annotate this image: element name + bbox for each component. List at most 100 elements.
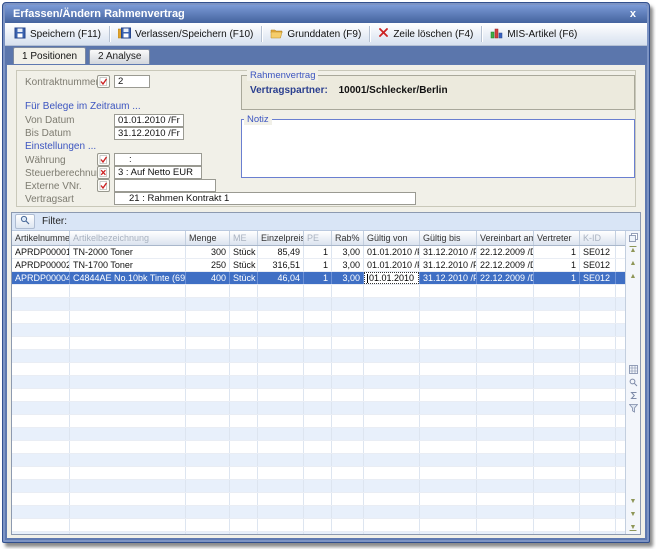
column-header[interactable]: Menge (186, 231, 230, 245)
table-cell[interactable] (534, 402, 580, 414)
table-row[interactable] (12, 467, 625, 480)
column-header[interactable]: Gültig bis (420, 231, 477, 245)
table-cell[interactable] (186, 532, 230, 534)
table-cell[interactable] (364, 363, 420, 375)
table-cell[interactable] (12, 532, 70, 534)
tab-positionen[interactable]: 1 Positionen (13, 47, 86, 64)
table-cell[interactable] (230, 532, 258, 534)
scroll-up-icon[interactable]: ▲ (626, 257, 640, 270)
table-cell[interactable] (12, 285, 70, 297)
clear-x-icon[interactable] (97, 166, 110, 179)
table-cell[interactable] (186, 324, 230, 336)
table-cell[interactable] (332, 506, 364, 518)
table-cell[interactable] (332, 480, 364, 492)
table-cell[interactable] (420, 428, 477, 440)
table-cell[interactable]: 01.01.2010 (364, 272, 420, 284)
table-cell[interactable] (477, 519, 534, 531)
table-cell[interactable] (420, 363, 477, 375)
table-cell[interactable] (70, 441, 186, 453)
table-cell[interactable] (332, 389, 364, 401)
sum-icon[interactable] (626, 389, 640, 402)
table-row[interactable] (12, 506, 625, 519)
table-cell[interactable] (580, 376, 616, 388)
table-cell[interactable]: 316,51 (258, 259, 304, 271)
table-cell[interactable]: 31.12.2010 /Fr (420, 259, 477, 271)
table-cell[interactable] (580, 519, 616, 531)
table-cell[interactable] (364, 324, 420, 336)
table-cell[interactable] (12, 415, 70, 427)
table-cell[interactable] (258, 454, 304, 466)
table-cell[interactable] (580, 363, 616, 375)
table-cell[interactable] (364, 337, 420, 349)
table-cell[interactable]: TN-2000 Toner (70, 246, 186, 258)
scroll-page-up-icon[interactable]: ▲ (626, 270, 640, 283)
table-cell[interactable] (477, 337, 534, 349)
table-cell[interactable]: SE012 (580, 272, 616, 284)
table-cell[interactable] (332, 350, 364, 362)
table-cell[interactable] (230, 363, 258, 375)
table-cell[interactable] (534, 519, 580, 531)
table-row[interactable] (12, 311, 625, 324)
table-cell[interactable] (580, 402, 616, 414)
table-cell[interactable] (258, 285, 304, 297)
table-cell[interactable] (258, 402, 304, 414)
table-cell[interactable] (70, 324, 186, 336)
table-cell[interactable] (580, 428, 616, 440)
table-cell[interactable] (304, 363, 332, 375)
table-cell[interactable] (580, 415, 616, 427)
vertragsart-input[interactable]: 21 : Rahmen Kontrakt 1 (114, 192, 416, 205)
table-cell[interactable] (304, 428, 332, 440)
table-cell[interactable] (332, 493, 364, 505)
table-cell[interactable] (186, 506, 230, 518)
scroll-page-down-icon[interactable]: ▼ (626, 508, 640, 521)
table-cell[interactable]: 300 (186, 246, 230, 258)
table-cell[interactable] (364, 506, 420, 518)
basedata-button[interactable]: Grunddaten (F9) (264, 25, 367, 43)
table-cell[interactable] (420, 285, 477, 297)
table-cell[interactable] (12, 337, 70, 349)
table-cell[interactable] (186, 350, 230, 362)
table-cell[interactable] (70, 519, 186, 531)
table-cell[interactable] (230, 415, 258, 427)
table-cell[interactable] (304, 324, 332, 336)
table-cell[interactable] (70, 454, 186, 466)
waehrung-input[interactable]: : (114, 153, 202, 166)
table-row[interactable] (12, 402, 625, 415)
table-cell[interactable] (12, 350, 70, 362)
table-cell[interactable] (304, 441, 332, 453)
table-row[interactable] (12, 454, 625, 467)
table-cell[interactable] (364, 480, 420, 492)
table-cell[interactable] (332, 337, 364, 349)
table-cell[interactable] (304, 415, 332, 427)
table-cell[interactable]: 3,00 (332, 246, 364, 258)
table-cell[interactable] (580, 285, 616, 297)
table-cell[interactable] (364, 298, 420, 310)
table-cell[interactable]: 31.12.2010 /Fr (420, 272, 477, 284)
table-cell[interactable]: C4844AE No.10bk Tinte (69ml) (70, 272, 186, 284)
table-cell[interactable] (304, 506, 332, 518)
table-cell[interactable] (258, 493, 304, 505)
table-cell[interactable] (580, 441, 616, 453)
table-cell[interactable] (332, 441, 364, 453)
table-cell[interactable] (477, 428, 534, 440)
externe-vnr-input[interactable] (114, 179, 216, 192)
table-cell[interactable] (186, 480, 230, 492)
table-row[interactable] (12, 480, 625, 493)
table-cell[interactable]: 1 (534, 259, 580, 271)
table-cell[interactable] (186, 454, 230, 466)
table-cell[interactable] (186, 402, 230, 414)
table-cell[interactable]: APRDP00004 (12, 272, 70, 284)
table-cell[interactable] (477, 389, 534, 401)
table-cell[interactable] (420, 389, 477, 401)
table-cell[interactable] (70, 480, 186, 492)
table-cell[interactable] (364, 376, 420, 388)
table-cell[interactable] (477, 415, 534, 427)
scroll-down-icon[interactable]: ▼ (626, 495, 640, 508)
table-cell[interactable] (258, 389, 304, 401)
table-cell[interactable] (12, 506, 70, 518)
table-row[interactable] (12, 376, 625, 389)
table-cell[interactable] (186, 519, 230, 531)
table-cell[interactable] (534, 532, 580, 534)
table-cell[interactable] (258, 376, 304, 388)
table-cell[interactable] (186, 467, 230, 479)
